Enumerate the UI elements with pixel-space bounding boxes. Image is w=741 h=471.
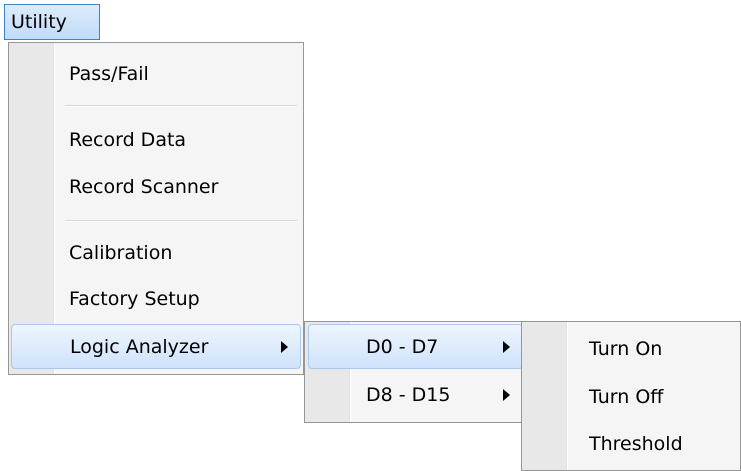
menu-item-logic-analyzer[interactable]: Logic Analyzer: [11, 324, 301, 369]
menu-item-turn-on[interactable]: Turn On: [525, 328, 737, 370]
menu-item-d0-d7[interactable]: D0 - D7: [308, 324, 523, 369]
menu-item-calibration[interactable]: Calibration: [13, 232, 299, 274]
menubar-item-utility[interactable]: Utility: [4, 4, 100, 40]
menu-item-factory-setup-label: Factory Setup: [69, 288, 200, 310]
menu-item-threshold-label: Threshold: [589, 433, 683, 455]
stage: Utility Pass/Fail Record Data Record Sca…: [0, 0, 741, 471]
menu-item-d8-d15[interactable]: D8 - D15: [308, 372, 523, 417]
menu-item-threshold[interactable]: Threshold: [525, 423, 737, 465]
menu-item-turn-off[interactable]: Turn Off: [525, 376, 737, 418]
menu-item-record-data-label: Record Data: [69, 129, 187, 151]
menu-item-turn-off-label: Turn Off: [589, 386, 664, 408]
menu-item-record-data[interactable]: Record Data: [13, 119, 299, 161]
menu-separator: [65, 220, 297, 222]
menu-item-pass-fail-label: Pass/Fail: [69, 63, 149, 85]
menu-item-d8-d15-label: D8 - D15: [366, 383, 451, 406]
menu-separator: [65, 105, 297, 107]
menu-item-pass-fail[interactable]: Pass/Fail: [13, 53, 299, 95]
menu-item-record-scanner-label: Record Scanner: [69, 176, 219, 198]
logic-analyzer-submenu: D0 - D7 D8 - D15: [304, 321, 527, 423]
utility-menu: Pass/Fail Record Data Record Scanner Cal…: [8, 42, 304, 375]
menu-item-d0-d7-label: D0 - D7: [366, 335, 439, 358]
menu-item-calibration-label: Calibration: [69, 242, 173, 264]
submenu-arrow-icon: [503, 340, 510, 353]
submenu-arrow-icon: [281, 340, 288, 353]
menu-item-factory-setup[interactable]: Factory Setup: [13, 278, 299, 320]
submenu-arrow-icon: [503, 388, 510, 401]
menu-item-record-scanner[interactable]: Record Scanner: [13, 166, 299, 208]
menu-item-turn-on-label: Turn On: [589, 338, 663, 360]
menu-item-logic-analyzer-label: Logic Analyzer: [70, 335, 209, 358]
menubar-item-utility-label: Utility: [11, 11, 67, 33]
channel-action-submenu: Turn On Turn Off Threshold: [521, 321, 741, 471]
